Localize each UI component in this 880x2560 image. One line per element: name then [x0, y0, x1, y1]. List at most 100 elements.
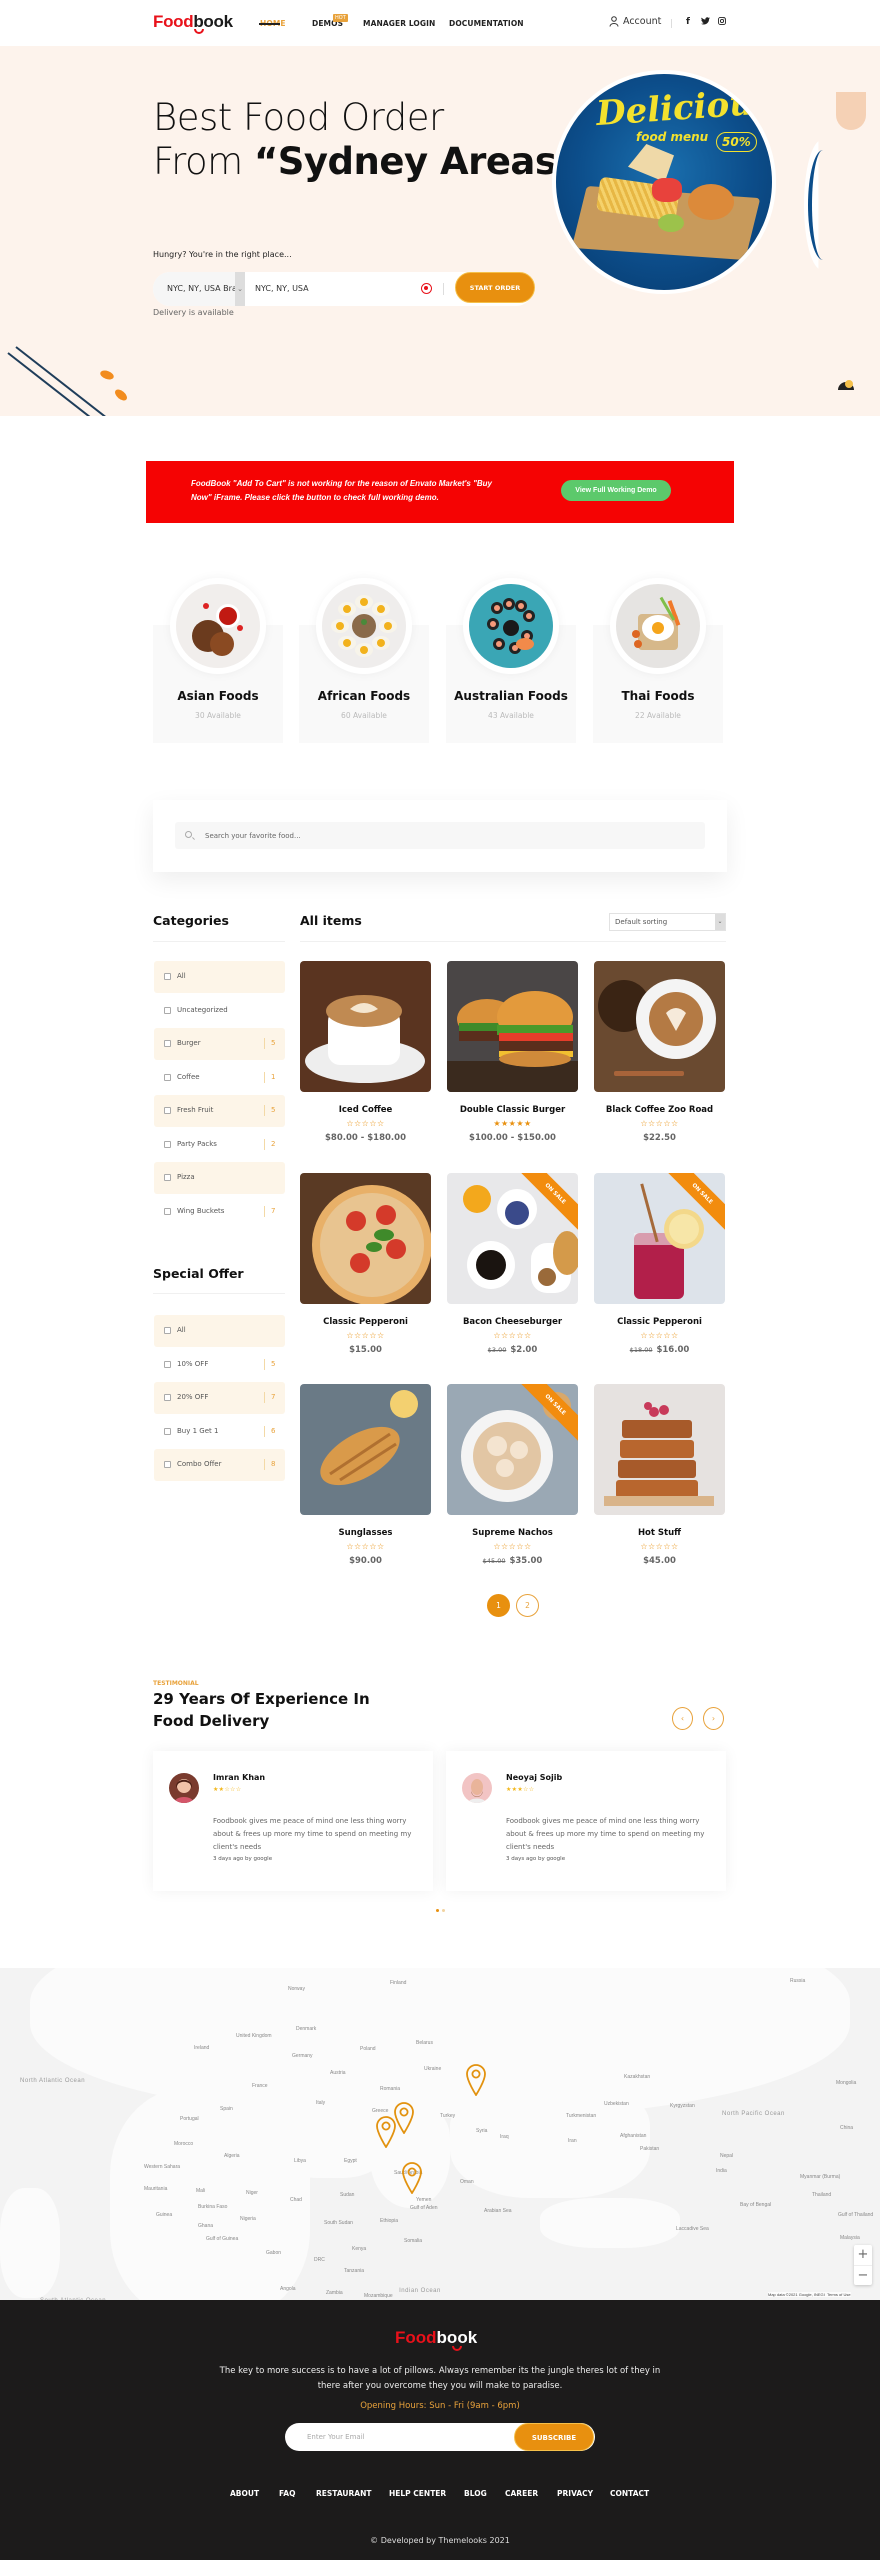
category-image[interactable] — [463, 578, 559, 674]
product-name[interactable]: Classic Pepperoni — [594, 1317, 725, 1327]
product-name[interactable]: Black Coffee Zoo Road — [594, 1105, 725, 1115]
checkbox[interactable] — [164, 973, 171, 980]
current-price: $90.00 — [349, 1556, 382, 1566]
branch-select[interactable]: NYC, NY, USA Bra — [153, 272, 245, 306]
product-name[interactable]: Double Classic Burger — [447, 1105, 578, 1115]
product-name[interactable]: Sunglasses — [300, 1528, 431, 1538]
checkbox[interactable] — [164, 1174, 171, 1181]
map-country-label: Western Sahara — [144, 2164, 181, 2170]
category-name[interactable]: Australian Foods — [446, 689, 576, 703]
locate-me-icon[interactable] — [421, 283, 432, 294]
product-name[interactable]: Supreme Nachos — [447, 1528, 578, 1538]
product-image[interactable] — [300, 961, 431, 1092]
footer-link-help-center[interactable]: HELP CENTER — [389, 2489, 446, 2498]
prev-arrow-button[interactable]: ‹ — [672, 1707, 693, 1730]
instagram-icon[interactable] — [718, 17, 726, 28]
product-name[interactable]: Classic Pepperoni — [300, 1317, 431, 1327]
category-name[interactable]: Asian Foods — [153, 689, 283, 703]
site-logo[interactable]: Foodbook — [153, 12, 233, 34]
nav-documentation[interactable]: DOCUMENTATION — [449, 19, 524, 28]
notice-banner: FoodBook "Add To Cart" is not working fo… — [146, 461, 734, 523]
nav-home[interactable]: HOME — [259, 19, 286, 28]
location-map[interactable]: Norway Finland Russia United Kingdom Ireland… — [0, 1968, 880, 2300]
page-2-button[interactable]: 2 — [516, 1594, 539, 1617]
map-pin-icon[interactable] — [376, 2116, 396, 2148]
offer-filter-item[interactable]: Buy 1 Get 1 6 — [154, 1416, 285, 1448]
category-filter-item[interactable]: Wing Buckets 7 — [154, 1196, 285, 1228]
offer-filter-item[interactable]: 10% OFF 5 — [154, 1349, 285, 1381]
checkbox[interactable] — [164, 1207, 171, 1215]
checkbox[interactable] — [164, 1140, 171, 1148]
checkbox[interactable] — [164, 1427, 171, 1435]
checkbox[interactable] — [164, 1394, 171, 1401]
category-image[interactable] — [316, 578, 412, 674]
category-filter-item[interactable]: Coffee 1 — [154, 1062, 285, 1094]
carousel-dot[interactable] — [436, 1909, 439, 1912]
zoom-in-button[interactable]: + — [854, 2245, 872, 2265]
email-input[interactable] — [307, 2423, 507, 2451]
checkbox[interactable] — [164, 1040, 171, 1047]
product-name[interactable]: Hot Stuff — [594, 1528, 725, 1538]
footer-link-privacy[interactable]: PRIVACY — [557, 2489, 593, 2498]
product-image[interactable]: ON SALE — [447, 1384, 578, 1515]
checkbox[interactable] — [164, 1006, 171, 1014]
map-pin-icon[interactable] — [466, 2064, 486, 2096]
carousel-dot[interactable] — [442, 1909, 445, 1912]
checkbox[interactable] — [164, 1073, 171, 1081]
footer-link-career[interactable]: CAREER — [505, 2489, 538, 2498]
subscribe-button[interactable]: SUBSCRIBE — [514, 2423, 594, 2451]
category-filter-item[interactable]: Uncategorized — [154, 995, 285, 1027]
twitter-icon[interactable] — [701, 17, 710, 27]
product-image[interactable] — [300, 1384, 431, 1515]
product-name[interactable]: Iced Coffee — [300, 1105, 431, 1115]
view-demo-button[interactable]: View Full Working Demo — [561, 480, 671, 501]
map-pin-icon[interactable] — [394, 2102, 414, 2134]
nav-manager-login[interactable]: MANAGER LOGIN — [363, 19, 435, 28]
sort-select[interactable]: Default sorting ⌄ — [609, 913, 726, 931]
checkbox[interactable] — [164, 1360, 171, 1368]
product-image[interactable] — [594, 1384, 725, 1515]
page-1-button[interactable]: 1 — [487, 1594, 510, 1617]
footer-link-contact[interactable]: CONTACT — [610, 2489, 649, 2498]
category-image[interactable] — [170, 578, 266, 674]
checkbox[interactable] — [164, 1327, 171, 1334]
product-image[interactable] — [300, 1173, 431, 1304]
footer-link-about[interactable]: ABOUT — [230, 2489, 259, 2498]
footer-link-restaurant[interactable]: RESTAURANT — [316, 2489, 371, 2498]
product-image[interactable]: ON SALE — [447, 1173, 578, 1304]
terms-link[interactable]: Terms of Use — [827, 2292, 851, 2297]
avatar — [462, 1773, 492, 1803]
checkbox[interactable] — [164, 1107, 171, 1114]
hero-title: Best Food Order From “Sydney Areas” — [153, 96, 581, 183]
category-filter-item[interactable]: Fresh Fruit 5 — [154, 1095, 285, 1127]
footer-link-blog[interactable]: BLOG — [464, 2489, 487, 2498]
map-country-label: Angola — [280, 2286, 296, 2292]
category-filter-item[interactable]: All — [154, 961, 285, 993]
offer-filter-item[interactable]: Combo Offer 8 — [154, 1449, 285, 1481]
product-name[interactable]: Bacon Cheeseburger — [447, 1317, 578, 1327]
category-filter-item[interactable]: Party Packs 2 — [154, 1129, 285, 1161]
start-order-button[interactable]: START ORDER — [455, 272, 535, 303]
footer-link-faq[interactable]: FAQ — [279, 2489, 295, 2498]
category-filter-item[interactable]: Pizza — [154, 1162, 285, 1194]
category-filter-item[interactable]: Burger 5 — [154, 1028, 285, 1060]
map-pin-icon[interactable] — [402, 2162, 422, 2194]
facebook-icon[interactable]: f — [686, 17, 690, 27]
category-name[interactable]: African Foods — [299, 689, 429, 703]
footer-logo[interactable]: Foodbook — [395, 2328, 477, 2351]
offer-filter-item[interactable]: 20% OFF 7 — [154, 1382, 285, 1414]
footer-description: The key to more success is to have a lot… — [219, 2366, 661, 2391]
zoom-out-button[interactable]: − — [854, 2265, 872, 2285]
food-search-input[interactable] — [205, 822, 695, 849]
checkbox[interactable] — [164, 1461, 171, 1468]
product-image[interactable] — [594, 961, 725, 1092]
chevron-down-icon[interactable]: ⌄ — [235, 272, 245, 306]
next-arrow-button[interactable]: › — [703, 1707, 724, 1730]
offer-filter-item[interactable]: All — [154, 1315, 285, 1347]
account-link[interactable]: Account — [609, 16, 661, 27]
category-name[interactable]: Thai Foods — [593, 689, 723, 703]
category-image[interactable] — [610, 578, 706, 674]
location-input[interactable]: NYC, NY, USA — [255, 284, 309, 293]
product-image[interactable]: ON SALE — [594, 1173, 725, 1304]
product-image[interactable] — [447, 961, 578, 1092]
